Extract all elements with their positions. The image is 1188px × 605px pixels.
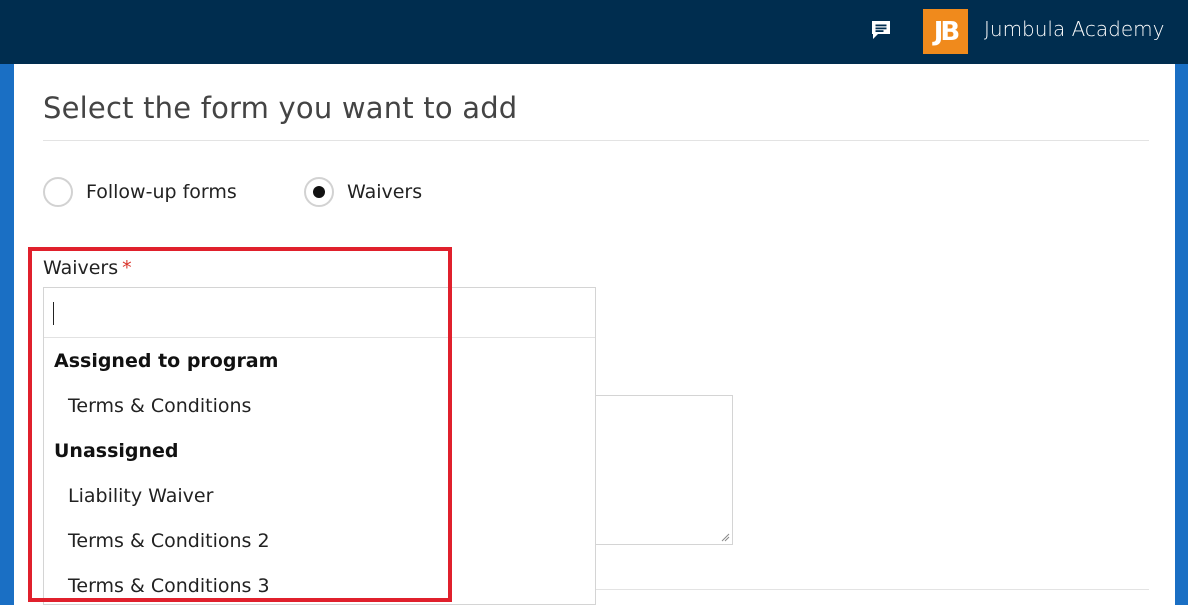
- waivers-select-dropdown[interactable]: Assigned to program Terms & Conditions U…: [43, 287, 596, 605]
- option-terms-and-conditions-3[interactable]: Terms & Conditions 3: [44, 564, 595, 605]
- text-cursor: [53, 302, 54, 325]
- option-group-header: Assigned to program: [54, 350, 279, 372]
- title-divider: [43, 140, 1149, 141]
- organization-logo[interactable]: JB: [923, 9, 968, 54]
- waivers-label-text: Waivers: [43, 257, 119, 279]
- notes-textarea[interactable]: [596, 395, 733, 545]
- main-panel: Select the form you want to add Follow-u…: [14, 64, 1175, 605]
- radio-waivers[interactable]: Waivers: [304, 176, 422, 208]
- organization-name[interactable]: Jumbula Academy: [984, 17, 1165, 41]
- required-asterisk: *: [122, 257, 132, 279]
- radio-follow-up-forms[interactable]: Follow-up forms: [43, 176, 237, 208]
- option-group-header: Unassigned: [54, 440, 179, 462]
- chat-bubble-icon[interactable]: [868, 17, 894, 43]
- page-title: Select the form you want to add: [43, 91, 518, 125]
- option-terms-and-conditions-2[interactable]: Terms & Conditions 2: [44, 519, 595, 563]
- waivers-search-input[interactable]: [44, 288, 595, 338]
- top-navigation-bar: JB Jumbula Academy: [0, 0, 1188, 64]
- resize-handle-icon[interactable]: [720, 532, 730, 542]
- option-terms-and-conditions[interactable]: Terms & Conditions: [44, 384, 595, 428]
- radio-label-follow-up-forms: Follow-up forms: [86, 181, 237, 203]
- waivers-field-label: Waivers *: [43, 257, 132, 279]
- option-liability-waiver[interactable]: Liability Waiver: [44, 474, 595, 518]
- radio-button-unchecked[interactable]: [43, 177, 73, 207]
- radio-label-waivers: Waivers: [347, 181, 423, 203]
- section-divider: [596, 589, 1149, 590]
- radio-button-checked[interactable]: [304, 177, 334, 207]
